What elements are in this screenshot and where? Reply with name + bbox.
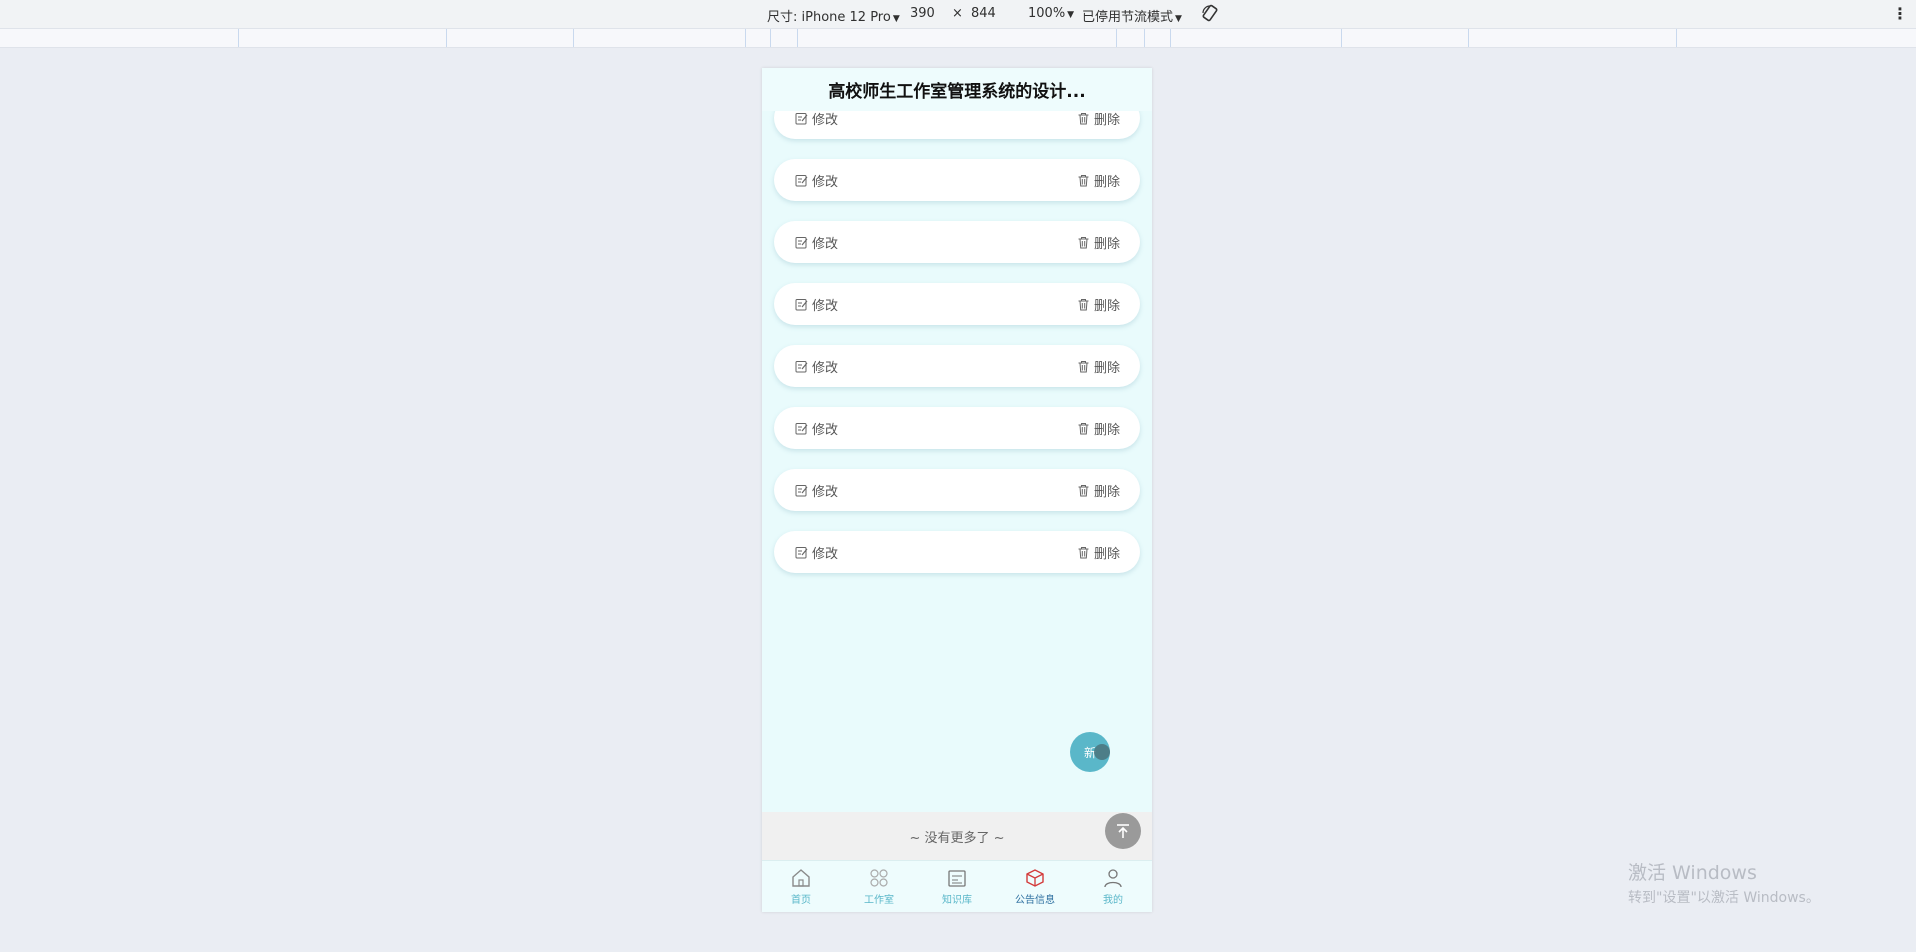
phone-viewport: 高校师生工作室管理系统的设计... 修改 删除 修改 删除 修改 删除 修改 删… — [762, 68, 1152, 912]
tab-label: 公告信息 — [1015, 895, 1055, 906]
throttle-selector[interactable]: 已停用节流模式 ▼ — [1082, 6, 1182, 25]
delete-button[interactable]: 删除 — [1077, 543, 1120, 562]
dropdown-arrow-icon: ▼ — [1067, 10, 1075, 20]
tab-label: 工作室 — [864, 895, 894, 906]
delete-button[interactable]: 删除 — [1077, 419, 1120, 438]
delete-button[interactable]: 删除 — [1077, 295, 1120, 314]
trash-icon — [1078, 175, 1089, 187]
edit-button[interactable]: 修改 — [795, 543, 838, 562]
trash-icon — [1078, 113, 1089, 125]
viewport-width-input[interactable]: 390 — [910, 6, 935, 21]
watermark-subtitle: 转到"设置"以激活 Windows。 — [1628, 890, 1820, 906]
list-item: 修改 删除 — [774, 345, 1140, 387]
list-item: 修改 删除 — [774, 159, 1140, 201]
edit-button[interactable]: 修改 — [795, 357, 838, 376]
announcement-icon — [1026, 869, 1044, 887]
delete-button[interactable]: 删除 — [1077, 233, 1120, 252]
tab-label: 首页 — [791, 895, 811, 906]
delete-button[interactable]: 删除 — [1077, 357, 1120, 376]
delete-button[interactable]: 删除 — [1077, 109, 1120, 128]
devtools-toolbar: 尺寸: iPhone 12 Pro ▼ 390 × 844 100% ▼ 已停用节流… — [0, 0, 1916, 29]
trash-icon — [1078, 237, 1089, 249]
dropdown-arrow-icon: ▼ — [1175, 14, 1182, 24]
viewport-height-input[interactable]: 844 — [971, 6, 996, 21]
home-icon — [792, 869, 810, 887]
tab-knowledge[interactable]: 知识库 — [918, 861, 996, 912]
no-more-text: ~ 没有更多了 ~ — [762, 812, 1152, 860]
list-item: 修改 删除 — [774, 221, 1140, 263]
tab-studio[interactable]: 工作室 — [840, 861, 918, 912]
edit-icon — [795, 175, 808, 187]
knowledge-icon — [948, 870, 966, 887]
edit-button[interactable]: 修改 — [795, 295, 838, 314]
edit-button[interactable]: 修改 — [795, 419, 838, 438]
rotate-icon[interactable] — [1201, 4, 1219, 22]
edit-button[interactable]: 修改 — [795, 109, 838, 128]
delete-button[interactable]: 删除 — [1077, 171, 1120, 190]
arrow-up-icon — [1117, 824, 1129, 838]
add-button[interactable]: 新 — [1070, 732, 1110, 772]
trash-icon — [1078, 485, 1089, 497]
edit-button[interactable]: 修改 — [795, 233, 838, 252]
edit-icon — [795, 361, 808, 373]
list-item: 修改 删除 — [774, 469, 1140, 511]
list-item: 修改 删除 — [774, 531, 1140, 573]
more-options-icon[interactable]: ⋮ — [1892, 4, 1908, 23]
device-selector[interactable]: 尺寸: iPhone 12 Pro ▼ — [767, 6, 900, 25]
back-to-top-button[interactable] — [1105, 813, 1141, 849]
bottom-tab-bar: 首页 工作室 知识库 公告信息 我的 — [762, 860, 1152, 912]
zoom-selector[interactable]: 100% ▼ — [1028, 6, 1074, 21]
list-item: 修改 删除 — [774, 283, 1140, 325]
watermark-title: 激活 Windows — [1628, 862, 1757, 884]
edit-icon — [795, 299, 808, 311]
trash-icon — [1078, 361, 1089, 373]
edit-icon — [795, 237, 808, 249]
grid-icon — [870, 869, 888, 887]
edit-icon — [795, 113, 808, 125]
edit-icon — [795, 547, 808, 559]
trash-icon — [1078, 547, 1089, 559]
edit-button[interactable]: 修改 — [795, 481, 838, 500]
media-query-ruler — [0, 29, 1916, 48]
touch-cursor — [1094, 744, 1110, 760]
tab-label: 我的 — [1103, 895, 1123, 906]
dimension-separator: × — [952, 6, 963, 21]
windows-activation-watermark: 激活 Windows 转到"设置"以激活 Windows。 — [1628, 858, 1820, 907]
delete-button[interactable]: 删除 — [1077, 481, 1120, 500]
user-icon — [1104, 869, 1122, 888]
page-title: 高校师生工作室管理系统的设计... — [762, 68, 1152, 111]
trash-icon — [1078, 299, 1089, 311]
tab-label: 知识库 — [942, 895, 972, 906]
trash-icon — [1078, 423, 1089, 435]
tab-mine[interactable]: 我的 — [1074, 861, 1152, 912]
list-item: 修改 删除 — [774, 407, 1140, 449]
dropdown-arrow-icon: ▼ — [892, 14, 900, 24]
edit-icon — [795, 423, 808, 435]
edit-button[interactable]: 修改 — [795, 171, 838, 190]
tab-announcements[interactable]: 公告信息 — [996, 861, 1074, 912]
tab-home[interactable]: 首页 — [762, 861, 840, 912]
edit-icon — [795, 485, 808, 497]
